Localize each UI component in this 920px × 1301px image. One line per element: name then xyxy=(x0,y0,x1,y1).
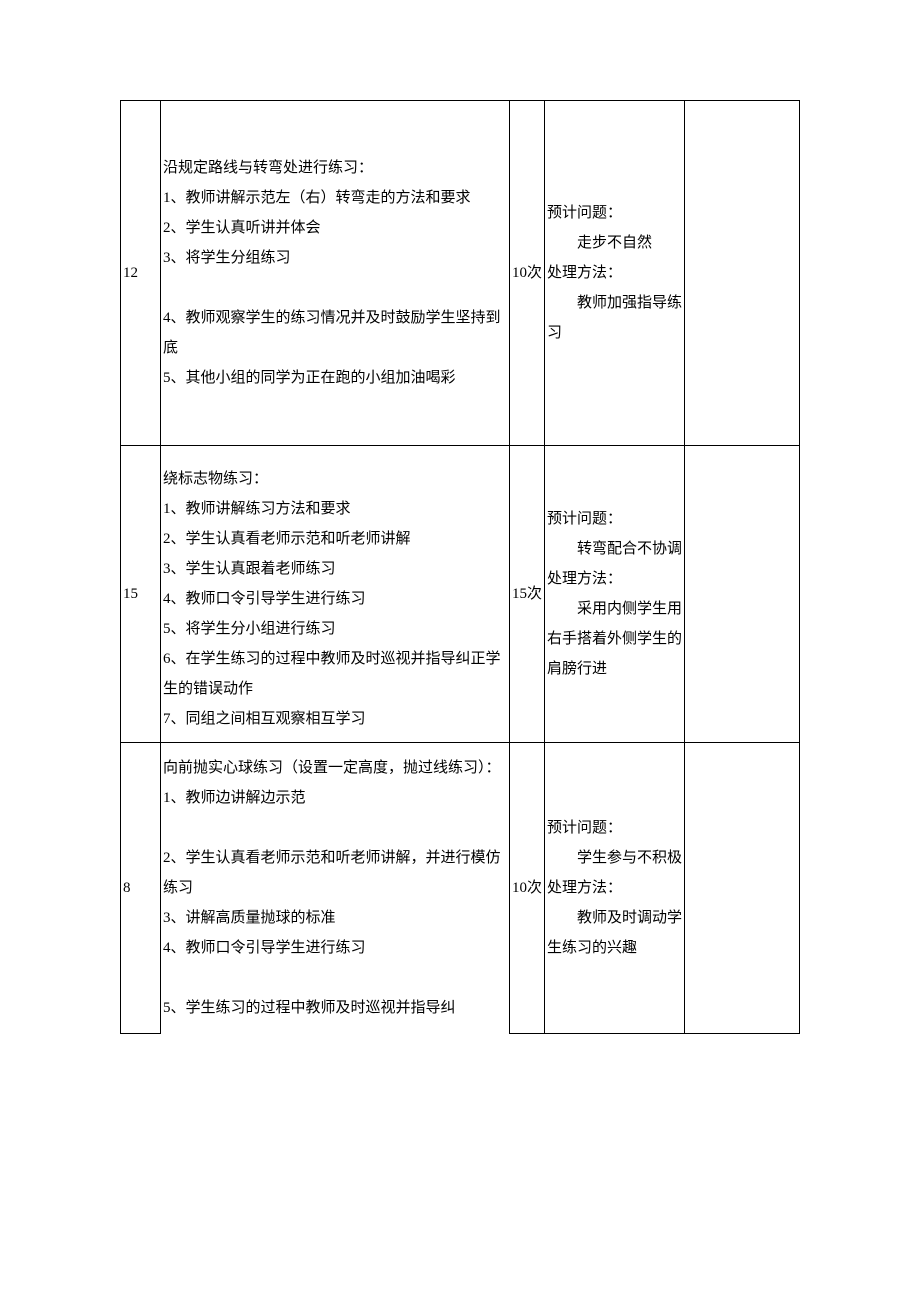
cell-count: 15次 xyxy=(510,446,545,743)
table-row: 12 沿规定路线与转弯处进行练习： 1、教师讲解示范左（右）转弯走的方法和要求 … xyxy=(121,101,800,446)
issue-text-2: 采用内侧学生用右手搭着外侧学生的肩膀行进 xyxy=(547,601,682,677)
issue-label-2: 处理方法： xyxy=(547,873,682,903)
issue-text-1: 走步不自然 xyxy=(547,228,682,258)
cell-issue: 预计问题： 走步不自然 处理方法： 教师加强指导练习 xyxy=(545,101,685,446)
issue-text-2: 教师及时调动学生练习的兴趣 xyxy=(547,910,682,956)
issue-text-2: 教师加强指导练习 xyxy=(547,295,682,341)
cell-empty xyxy=(685,446,800,743)
table-row: 8 向前抛实心球练习（设置一定高度，抛过线练习）： 1、教师边讲解边示范 2、学… xyxy=(121,743,800,1034)
content-text: 绕标志物练习： 1、教师讲解练习方法和要求 2、学生认真看老师示范和听老师讲解 … xyxy=(163,450,507,738)
issue-label-1: 预计问题： xyxy=(547,198,682,228)
time-value: 12 xyxy=(123,265,138,281)
cell-empty xyxy=(685,743,800,1034)
issue-label-2: 处理方法： xyxy=(547,258,682,288)
time-value: 15 xyxy=(123,586,138,602)
issue-label-1: 预计问题： xyxy=(547,504,682,534)
issue-label-1: 预计问题： xyxy=(547,813,682,843)
document-page: 12 沿规定路线与转弯处进行练习： 1、教师讲解示范左（右）转弯走的方法和要求 … xyxy=(0,0,920,1074)
cell-empty xyxy=(685,101,800,446)
issue-text-1: 转弯配合不协调 xyxy=(577,541,682,557)
cell-count: 10次 xyxy=(510,743,545,1034)
time-value: 8 xyxy=(123,880,131,896)
cell-time: 8 xyxy=(121,743,161,1034)
cell-count: 10次 xyxy=(510,101,545,446)
cell-content: 向前抛实心球练习（设置一定高度，抛过线练习）： 1、教师边讲解边示范 2、学生认… xyxy=(161,743,510,1034)
count-value: 10次 xyxy=(512,265,542,281)
cell-time: 15 xyxy=(121,446,161,743)
cell-content: 沿规定路线与转弯处进行练习： 1、教师讲解示范左（右）转弯走的方法和要求 2、学… xyxy=(161,101,510,446)
content-text: 向前抛实心球练习（设置一定高度，抛过线练习）： 1、教师边讲解边示范 2、学生认… xyxy=(163,747,507,1029)
content-text: 沿规定路线与转弯处进行练习： 1、教师讲解示范左（右）转弯走的方法和要求 2、学… xyxy=(163,105,507,441)
count-value: 10次 xyxy=(512,880,542,896)
lesson-plan-table: 12 沿规定路线与转弯处进行练习： 1、教师讲解示范左（右）转弯走的方法和要求 … xyxy=(120,100,800,1034)
cell-issue: 预计问题： 转弯配合不协调 处理方法： 采用内侧学生用右手搭着外侧学生的肩膀行进 xyxy=(545,446,685,743)
cell-issue: 预计问题： 学生参与不积极 处理方法： 教师及时调动学生练习的兴趣 xyxy=(545,743,685,1034)
table-row: 15 绕标志物练习： 1、教师讲解练习方法和要求 2、学生认真看老师示范和听老师… xyxy=(121,446,800,743)
cell-content: 绕标志物练习： 1、教师讲解练习方法和要求 2、学生认真看老师示范和听老师讲解 … xyxy=(161,446,510,743)
count-value: 15次 xyxy=(512,586,542,602)
issue-label-2: 处理方法： xyxy=(547,564,682,594)
cell-time: 12 xyxy=(121,101,161,446)
issue-text-1: 学生参与不积极 xyxy=(577,850,682,866)
